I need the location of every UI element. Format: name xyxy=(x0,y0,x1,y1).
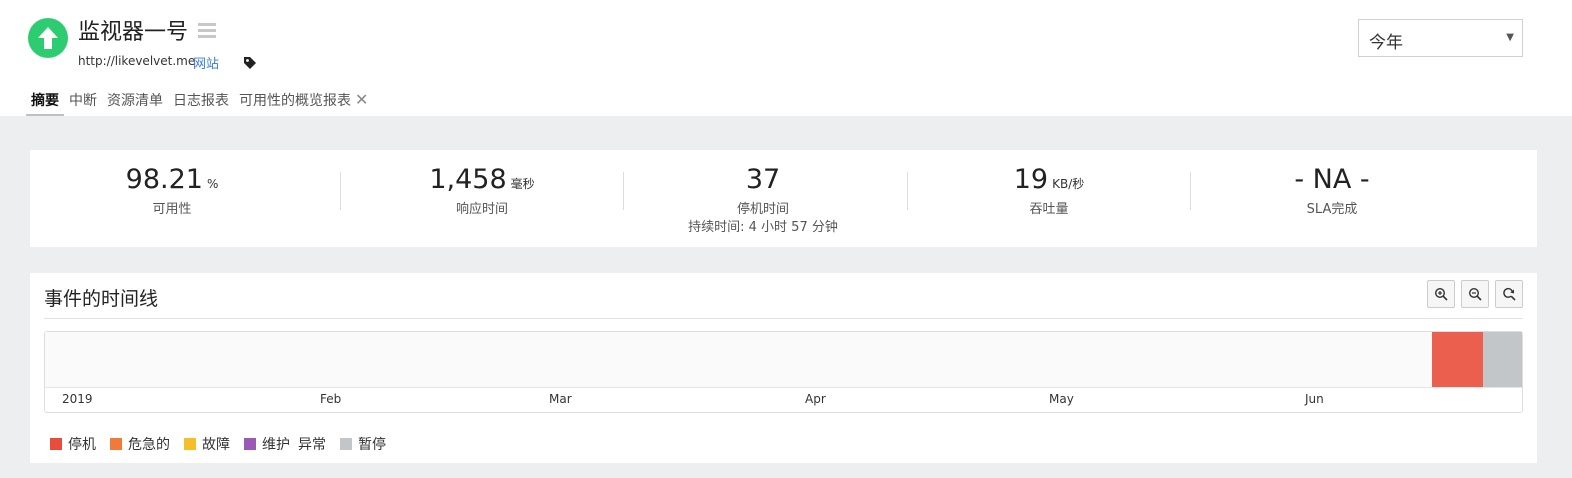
legend-label: 故障 xyxy=(202,437,230,453)
legend-item-maintenance: 维护 xyxy=(244,434,290,454)
availability-value: 98.21 xyxy=(125,164,203,195)
tab-outages[interactable]: 中断 xyxy=(64,88,102,114)
tag-icon[interactable] xyxy=(243,55,257,74)
tab-bar: 摘要 中断 资源清单 日志报表 可用性的概览报表 ✕ xyxy=(26,88,373,117)
timeline-band xyxy=(45,332,1522,388)
timeline-separator xyxy=(44,318,1523,319)
timeline-month-label: Apr xyxy=(805,392,826,406)
timeline-month-label: 2019 xyxy=(62,392,93,406)
reset-zoom-button[interactable] xyxy=(1495,280,1523,308)
zoom-out-button[interactable] xyxy=(1461,280,1489,308)
stats-card: 98.21% 可用性 1,458 毫秒 响应时间 37 停机时间 持续时间: 4 … xyxy=(30,150,1537,247)
downtime-duration: 持续时间: 4 小时 57 分钟 xyxy=(688,220,838,235)
legend-swatch xyxy=(340,438,352,450)
stat-sla: - NA - SLA完成 xyxy=(1190,150,1474,247)
monitor-title: 监视器一号 xyxy=(78,20,189,45)
timeline-month-label: Mar xyxy=(549,392,572,406)
legend-swatch xyxy=(244,438,256,450)
chevron-down-icon: ▼ xyxy=(1506,32,1514,43)
response-value: 1,458 xyxy=(429,164,507,195)
tab-inventory[interactable]: 资源清单 xyxy=(102,88,168,114)
timeline-segment-down[interactable] xyxy=(1432,332,1483,387)
legend-item-anomaly: 异常 xyxy=(298,434,326,454)
timeline-card: 事件的时间线 2019 Feb Mar Apr May Jun 停机 危急的 故… xyxy=(30,273,1537,463)
period-select-value: 今年 xyxy=(1369,33,1403,53)
timeline-month-label: Feb xyxy=(320,392,342,406)
sla-value: - NA - xyxy=(1294,164,1370,195)
menu-icon[interactable] xyxy=(198,23,216,39)
downtime-value: 37 xyxy=(745,164,781,195)
stat-downtime: 37 停机时间 持续时间: 4 小时 57 分钟 xyxy=(621,150,905,247)
zoom-out-icon xyxy=(1468,287,1482,301)
close-icon[interactable]: ✕ xyxy=(355,90,368,109)
stat-response-time: 1,458 毫秒 响应时间 xyxy=(340,150,624,247)
stat-availability: 98.21% 可用性 xyxy=(30,150,314,247)
timeline-month-label: Jun xyxy=(1305,392,1324,406)
legend-label: 暂停 xyxy=(358,437,386,453)
monitor-url: http://likevelvet.me xyxy=(78,54,196,68)
downtime-label: 停机时间 xyxy=(736,202,789,217)
legend-label: 危急的 xyxy=(128,437,170,453)
zoom-in-icon xyxy=(1434,287,1448,301)
throughput-label: 吞吐量 xyxy=(1029,202,1069,217)
stat-throughput: 19 KB/秒 吞吐量 xyxy=(907,150,1191,247)
sla-label: SLA完成 xyxy=(1306,202,1358,217)
legend-swatch xyxy=(184,438,196,450)
throughput-value: 19 xyxy=(1013,164,1049,195)
tab-availability-overview-label: 可用性的概览报表 xyxy=(239,93,351,109)
legend-label: 异常 xyxy=(298,437,326,453)
timeline-legend: 停机 危急的 故障 维护 异常 暂停 xyxy=(50,434,400,454)
legend-item-critical: 危急的 xyxy=(110,434,170,454)
timeline-chart[interactable]: 2019 Feb Mar Apr May Jun xyxy=(44,331,1523,413)
tab-summary[interactable]: 摘要 xyxy=(26,88,64,117)
availability-unit: % xyxy=(206,177,219,191)
zoom-in-button[interactable] xyxy=(1427,280,1455,308)
site-type-link[interactable]: 网站 xyxy=(193,53,219,72)
timeline-segment-paused[interactable] xyxy=(1483,332,1522,387)
legend-item-down: 停机 xyxy=(50,434,96,454)
legend-label: 停机 xyxy=(68,437,96,453)
throughput-unit: KB/秒 xyxy=(1052,177,1085,191)
tab-availability-overview[interactable]: 可用性的概览报表 ✕ xyxy=(234,88,373,114)
period-select[interactable]: 今年 ▼ xyxy=(1358,19,1523,57)
status-up-icon xyxy=(28,18,68,58)
timeline-month-label: May xyxy=(1049,392,1074,406)
availability-label: 可用性 xyxy=(152,202,192,217)
legend-label: 维护 xyxy=(262,437,290,453)
reset-zoom-icon xyxy=(1503,287,1516,301)
response-unit: 毫秒 xyxy=(510,177,535,191)
legend-item-paused: 暂停 xyxy=(340,434,386,454)
timeline-title: 事件的时间线 xyxy=(44,288,159,310)
legend-swatch xyxy=(50,438,62,450)
response-label: 响应时间 xyxy=(455,202,508,217)
tab-log-report[interactable]: 日志报表 xyxy=(168,88,234,114)
legend-swatch xyxy=(110,438,122,450)
legend-item-trouble: 故障 xyxy=(184,434,230,454)
